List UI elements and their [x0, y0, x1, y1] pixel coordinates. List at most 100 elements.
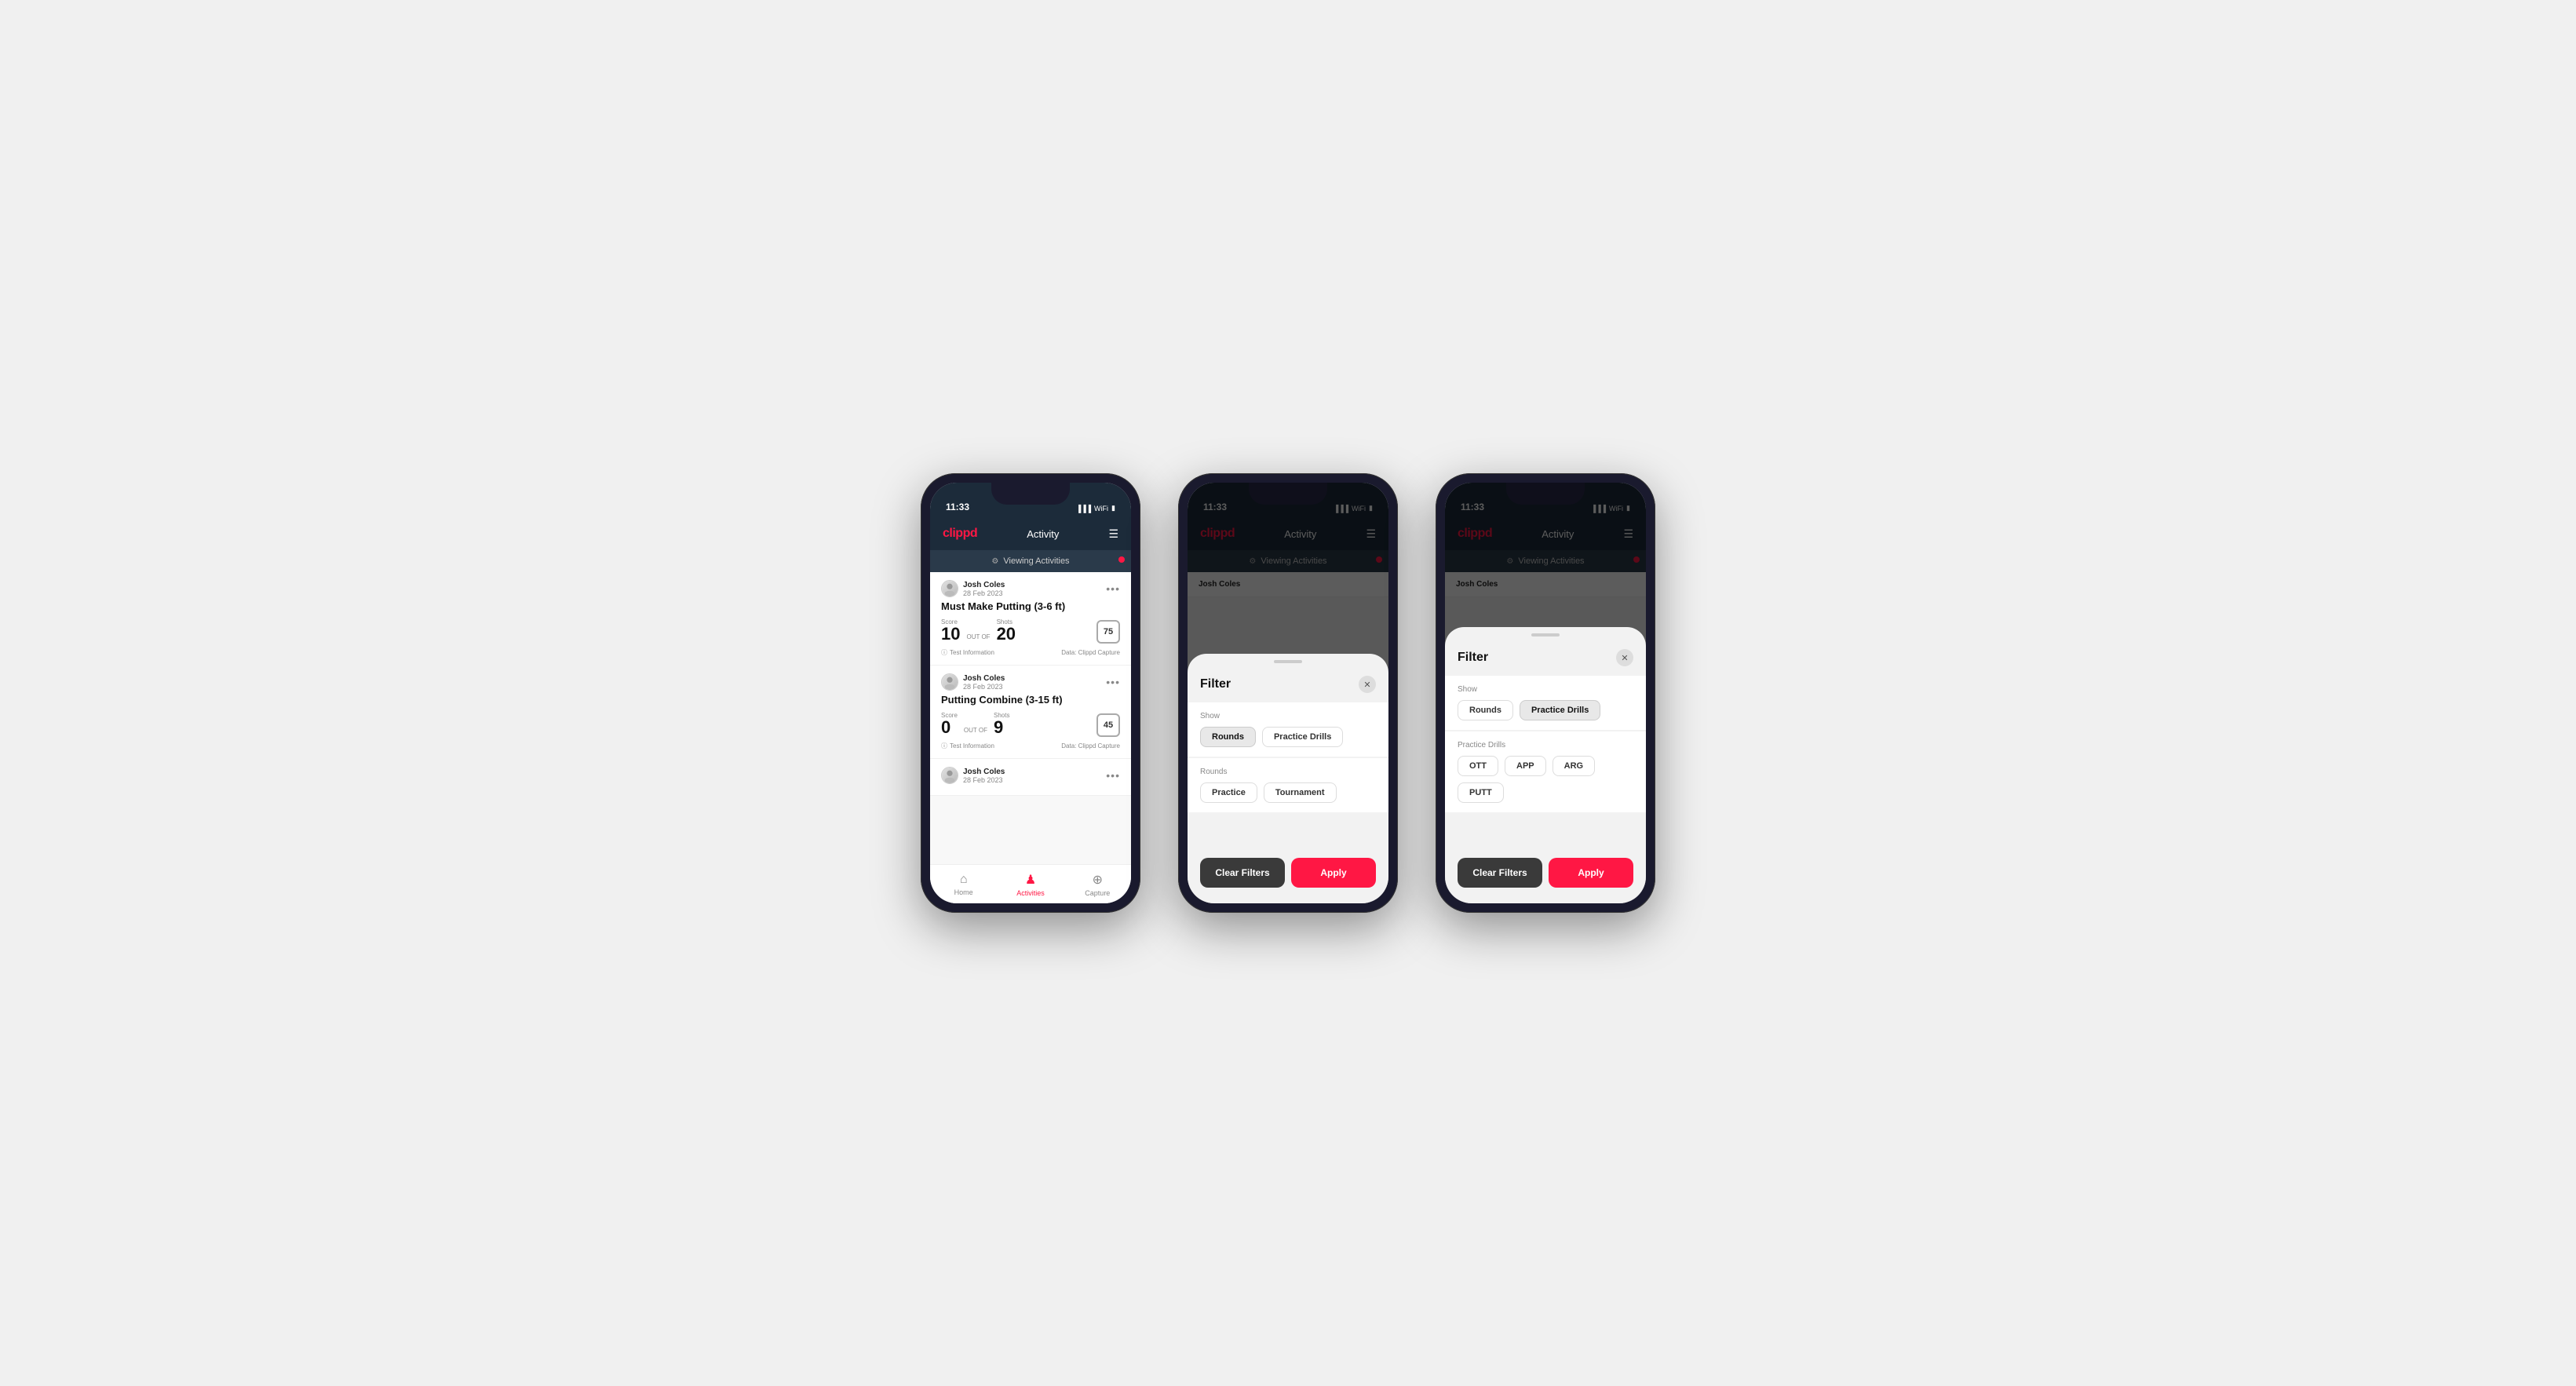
- filter-rounds-label-2: Rounds: [1200, 768, 1376, 776]
- putt-button-3[interactable]: PUTT: [1458, 782, 1504, 803]
- card-header-2: Josh Coles 28 Feb 2023 •••: [941, 673, 1120, 691]
- more-dots-3[interactable]: •••: [1106, 769, 1120, 782]
- score-value-2: 0: [941, 717, 950, 737]
- user-name-3: Josh Coles: [963, 768, 1005, 776]
- card-header-3: Josh Coles 28 Feb 2023 •••: [941, 767, 1120, 784]
- filter-show-label-3: Show: [1458, 685, 1633, 694]
- bottom-nav-1: ⌂ Home ♟ Activities ⊕ Capture: [930, 864, 1131, 903]
- clear-filters-button-3[interactable]: Clear Filters: [1458, 858, 1542, 888]
- wifi-icon: WiFi: [1094, 505, 1108, 512]
- filter-title-3: Filter: [1458, 651, 1488, 665]
- phone-1-screen: 11:33 ▐▐▐ WiFi ▮ clippd Activity ☰ ⚙ Vie…: [930, 483, 1131, 903]
- shots-value-1: 20: [997, 624, 1016, 644]
- phone-1: 11:33 ▐▐▐ WiFi ▮ clippd Activity ☰ ⚙ Vie…: [921, 473, 1140, 913]
- filter-modal-3: Filter ✕ Show Rounds Practice Drills Pra…: [1445, 627, 1646, 903]
- user-name-1: Josh Coles: [963, 581, 1005, 589]
- info-icon-1: ⓘ: [941, 648, 947, 657]
- quality-badge-1: 75: [1096, 620, 1120, 644]
- viewing-bar-1[interactable]: ⚙ Viewing Activities: [930, 550, 1131, 572]
- more-dots-1[interactable]: •••: [1106, 582, 1120, 595]
- close-button-3[interactable]: ✕: [1616, 649, 1633, 666]
- avatar-3: [941, 767, 958, 784]
- rounds-button-3[interactable]: Rounds: [1458, 700, 1513, 720]
- avatar-svg-3: [942, 767, 958, 784]
- data-source-2: Data: Clippd Capture: [1061, 742, 1120, 750]
- more-dots-2[interactable]: •••: [1106, 676, 1120, 688]
- ott-button-3[interactable]: OTT: [1458, 756, 1498, 776]
- user-date-3: 28 Feb 2023: [963, 776, 1005, 784]
- user-info-1: Josh Coles 28 Feb 2023: [941, 580, 1005, 597]
- user-info-2: Josh Coles 28 Feb 2023: [941, 673, 1005, 691]
- user-text-3: Josh Coles 28 Feb 2023: [963, 768, 1005, 784]
- apply-button-3[interactable]: Apply: [1549, 858, 1633, 888]
- filter-drills-buttons-3: OTT APP ARG PUTT: [1458, 756, 1633, 803]
- filter-actions-2: Clear Filters Apply: [1188, 845, 1388, 888]
- quality-badge-2: 45: [1096, 713, 1120, 737]
- quality-value-1: 75: [1104, 627, 1113, 636]
- battery-icon: ▮: [1111, 504, 1115, 512]
- activity-card-3: Josh Coles 28 Feb 2023 •••: [930, 759, 1131, 796]
- score-group-2: Score 0: [941, 712, 958, 737]
- filter-practice-drills-section-3: Practice Drills OTT APP ARG PUTT: [1445, 731, 1646, 812]
- filter-practice-drills-label-3: Practice Drills: [1458, 741, 1633, 750]
- filter-show-section-3: Show Rounds Practice Drills: [1445, 676, 1646, 730]
- practice-button-2[interactable]: Practice: [1200, 782, 1257, 803]
- phones-container: 11:33 ▐▐▐ WiFi ▮ clippd Activity ☰ ⚙ Vie…: [921, 473, 1655, 913]
- apply-button-2[interactable]: Apply: [1291, 858, 1376, 888]
- avatar-2: [941, 673, 958, 691]
- rounds-button-2[interactable]: Rounds: [1200, 727, 1256, 747]
- practice-drills-button-3[interactable]: Practice Drills: [1520, 700, 1600, 720]
- test-info-1: ⓘ Test Information: [941, 648, 994, 657]
- activity-card-1: Josh Coles 28 Feb 2023 ••• Must Make Put…: [930, 572, 1131, 666]
- filter-show-label-2: Show: [1200, 712, 1376, 720]
- score-value-1: 10: [941, 624, 960, 644]
- user-text-2: Josh Coles 28 Feb 2023: [963, 674, 1005, 691]
- filter-overlay-2: Filter ✕ Show Rounds Practice Drills Rou…: [1188, 483, 1388, 903]
- nav-item-activities[interactable]: ♟ Activities: [997, 865, 1064, 903]
- phone-2-screen: 11:33 ▐▐▐ WiFi ▮ clippd Activity ☰ ⚙ Vie…: [1188, 483, 1388, 903]
- filter-handle-2: [1274, 660, 1302, 663]
- avatar-svg-1: [942, 580, 958, 597]
- user-text-1: Josh Coles 28 Feb 2023: [963, 581, 1005, 597]
- avatar-inner-1: [942, 581, 958, 596]
- filter-spacer-2: [1188, 814, 1388, 845]
- avatar-svg-2: [942, 673, 958, 691]
- tournament-button-2[interactable]: Tournament: [1264, 782, 1337, 803]
- nav-title-1: Activity: [1027, 528, 1059, 540]
- filter-actions-3: Clear Filters Apply: [1445, 845, 1646, 888]
- status-icons-1: ▐▐▐ WiFi ▮: [1076, 504, 1115, 512]
- signal-icon: ▐▐▐: [1076, 505, 1091, 512]
- user-info-3: Josh Coles 28 Feb 2023: [941, 767, 1005, 784]
- filter-modal-2: Filter ✕ Show Rounds Practice Drills Rou…: [1188, 654, 1388, 903]
- user-date-1: 28 Feb 2023: [963, 589, 1005, 597]
- activity-list-1: Josh Coles 28 Feb 2023 ••• Must Make Put…: [930, 572, 1131, 864]
- filter-show-buttons-2: Rounds Practice Drills: [1200, 727, 1376, 747]
- capture-label: Capture: [1085, 889, 1110, 897]
- close-button-2[interactable]: ✕: [1359, 676, 1376, 693]
- clear-filters-button-2[interactable]: Clear Filters: [1200, 858, 1285, 888]
- practice-drills-button-2[interactable]: Practice Drills: [1262, 727, 1343, 747]
- activities-icon: ♟: [1025, 872, 1036, 888]
- avatar-inner-2: [942, 674, 958, 690]
- card-footer-2: ⓘ Test Information Data: Clippd Capture: [941, 742, 1120, 750]
- screen-content-1: Josh Coles 28 Feb 2023 ••• Must Make Put…: [930, 572, 1131, 864]
- arg-button-3[interactable]: ARG: [1553, 756, 1595, 776]
- card-header-1: Josh Coles 28 Feb 2023 •••: [941, 580, 1120, 597]
- menu-icon-1[interactable]: ☰: [1108, 527, 1118, 541]
- app-button-3[interactable]: APP: [1505, 756, 1546, 776]
- card-title-2: Putting Combine (3-15 ft): [941, 694, 1120, 706]
- card-footer-1: ⓘ Test Information Data: Clippd Capture: [941, 648, 1120, 657]
- filter-show-buttons-3: Rounds Practice Drills: [1458, 700, 1633, 720]
- quality-value-2: 45: [1104, 720, 1113, 730]
- nav-item-capture[interactable]: ⊕ Capture: [1064, 865, 1131, 903]
- nav-item-home[interactable]: ⌂ Home: [930, 865, 997, 903]
- logo-1: clippd: [943, 527, 977, 541]
- filter-title-2: Filter: [1200, 677, 1231, 691]
- shots-group-1: Shots 20: [997, 618, 1016, 644]
- status-time-1: 11:33: [946, 502, 969, 512]
- phone-3-screen: 11:33 ▐▐▐ WiFi ▮ clippd Activity ☰ ⚙ Vie…: [1445, 483, 1646, 903]
- phone-3: 11:33 ▐▐▐ WiFi ▮ clippd Activity ☰ ⚙ Vie…: [1436, 473, 1655, 913]
- test-info-2: ⓘ Test Information: [941, 742, 994, 750]
- filter-header-3: Filter ✕: [1445, 643, 1646, 676]
- filter-handle-3: [1531, 633, 1560, 636]
